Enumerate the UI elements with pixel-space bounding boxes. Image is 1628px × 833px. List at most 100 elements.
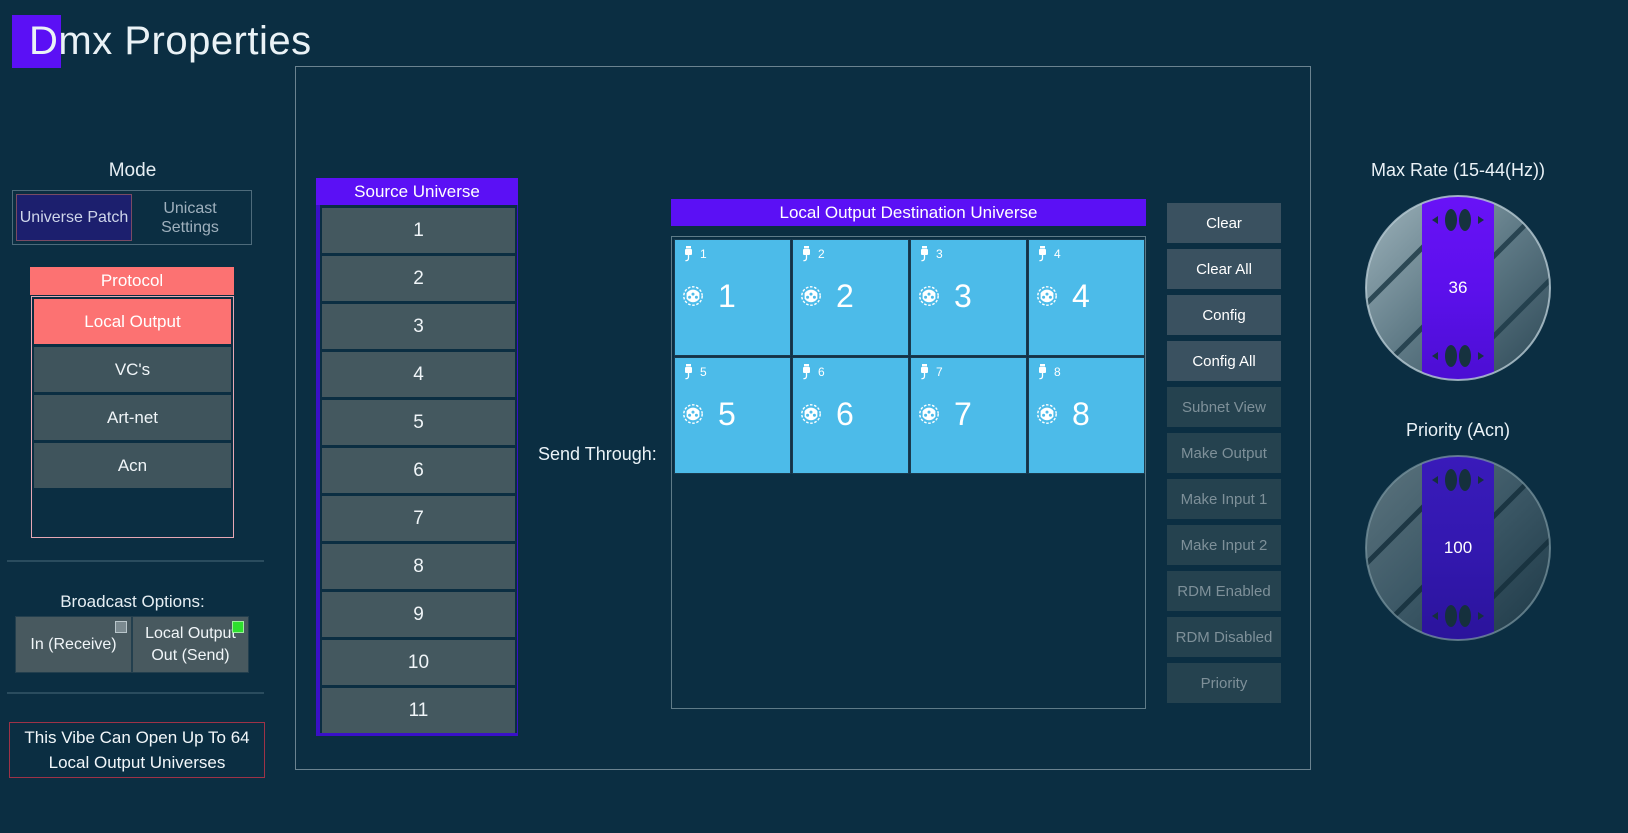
dmx-connector-icon: [801, 286, 821, 306]
tile-port-number: 1: [700, 247, 707, 261]
tile-port-row: 7: [918, 364, 943, 380]
tile-port-number: 7: [936, 365, 943, 379]
tile-universe-row: 2: [800, 280, 854, 312]
tile-port-number: 6: [818, 365, 825, 379]
max-rate-knob[interactable]: 36: [1360, 190, 1556, 386]
action-button-clear[interactable]: Clear: [1167, 203, 1281, 243]
dmx-connector-icon: [801, 404, 821, 424]
source-universe-item[interactable]: 8: [322, 544, 515, 589]
tile-universe-row: 3: [918, 280, 972, 312]
dmx-connector-icon: [1037, 286, 1057, 306]
source-universe-item[interactable]: 4: [322, 352, 515, 397]
source-universe-list[interactable]: 1 2 3 4 5 6 7 8 9 10 11: [316, 205, 518, 736]
protocol-item-local-output[interactable]: Local Output: [34, 299, 231, 344]
priority-knob[interactable]: 100: [1360, 450, 1556, 646]
tile-port-number: 8: [1054, 365, 1061, 379]
action-button-config-all[interactable]: Config All: [1167, 341, 1281, 381]
divider-upper: [7, 560, 264, 562]
tile-universe-number: 2: [836, 278, 854, 314]
source-universe-item[interactable]: 5: [322, 400, 515, 445]
tile-port-row: 6: [800, 364, 825, 380]
tile-port-number: 2: [818, 247, 825, 261]
send-through-label: Send Through:: [538, 444, 657, 464]
tile-port-number: 5: [700, 365, 707, 379]
dmx-connector-icon: [683, 286, 703, 306]
destination-tile[interactable]: 22: [792, 239, 909, 356]
plug-cable-icon: [685, 246, 692, 262]
tile-universe-row: 8: [1036, 398, 1090, 430]
max-rate-value: 36: [1448, 278, 1468, 297]
tile-port-row: 5: [682, 364, 707, 380]
dmx-connector-icon: [1037, 404, 1057, 424]
broadcast-options-label: Broadcast Options:: [60, 592, 205, 611]
source-universe-item[interactable]: 10: [322, 640, 515, 685]
tile-universe-number: 5: [718, 396, 736, 432]
plug-cable-icon: [921, 364, 928, 380]
source-universe-item[interactable]: 7: [322, 496, 515, 541]
tile-universe-row: 7: [918, 398, 972, 430]
action-button-config[interactable]: Config: [1167, 295, 1281, 335]
destination-universe-panel: 1122334455667788: [671, 236, 1146, 709]
tile-universe-row: 5: [682, 398, 736, 430]
tile-universe-number: 3: [954, 278, 972, 314]
destination-tile[interactable]: 44: [1028, 239, 1145, 356]
checkbox-indicator-off-icon[interactable]: [115, 621, 127, 633]
page-title: Dmx Properties: [12, 12, 312, 70]
destination-universe-header: Local Output Destination Universe: [671, 199, 1146, 226]
action-button-priority: Priority: [1167, 663, 1281, 703]
action-button-clear-all[interactable]: Clear All: [1167, 249, 1281, 289]
checkbox-indicator-on-icon[interactable]: [232, 621, 244, 633]
source-universe-item[interactable]: 1: [322, 208, 515, 253]
action-button-column: Clear Clear All Config Config All Subnet Vie…: [1167, 203, 1281, 709]
source-universe-item[interactable]: 3: [322, 304, 515, 349]
tile-port-row: 2: [800, 246, 825, 262]
protocol-item-acn[interactable]: Acn: [34, 443, 231, 488]
dmx-connector-icon: [683, 404, 703, 424]
broadcast-button-local-output-out-send[interactable]: Local Output Out (Send): [132, 616, 249, 673]
tile-port-row: 1: [682, 246, 707, 262]
destination-tile[interactable]: 66: [792, 357, 909, 474]
source-universe-item[interactable]: 2: [322, 256, 515, 301]
title-text: Dmx Properties: [29, 19, 312, 63]
destination-tile[interactable]: 88: [1028, 357, 1145, 474]
action-button-make-input-2: Make Input 2: [1167, 525, 1281, 565]
dmx-connector-icon: [919, 286, 939, 306]
tile-port-number: 3: [936, 247, 943, 261]
tile-port-row: 4: [1036, 246, 1061, 262]
max-rate-label: Max Rate (15-44(Hz)): [1370, 160, 1546, 180]
protocol-item-artnet[interactable]: Art-net: [34, 395, 231, 440]
protocol-item-vcs[interactable]: VC's: [34, 347, 231, 392]
protocol-header: Protocol: [30, 267, 234, 295]
mode-button-universe-patch[interactable]: Universe Patch: [16, 194, 132, 241]
tile-port-row: 8: [1036, 364, 1061, 380]
plug-cable-icon: [921, 246, 928, 262]
action-button-make-output: Make Output: [1167, 433, 1281, 473]
plug-cable-icon: [1039, 364, 1046, 380]
source-universe-item[interactable]: 11: [322, 688, 515, 733]
destination-tile-grid: 1122334455667788: [674, 239, 1145, 474]
source-universe-item[interactable]: 9: [322, 592, 515, 637]
tile-universe-number: 1: [718, 278, 736, 314]
plug-cable-icon: [1039, 246, 1046, 262]
broadcast-button-in-receive[interactable]: In (Receive): [15, 616, 132, 673]
mode-label: Mode: [108, 160, 157, 181]
source-universe-item[interactable]: 6: [322, 448, 515, 493]
vibe-capacity-note: This Vibe Can Open Up To 64 Local Output…: [9, 722, 265, 778]
destination-tile[interactable]: 55: [674, 357, 791, 474]
action-button-rdm-enabled: RDM Enabled: [1167, 571, 1281, 611]
mode-button-unicast-settings[interactable]: Unicast Settings: [132, 194, 248, 241]
tile-universe-number: 7: [954, 396, 972, 432]
plug-cable-icon: [685, 364, 692, 380]
destination-tile[interactable]: 77: [910, 357, 1027, 474]
mode-toggle-group: Universe Patch Unicast Settings: [12, 190, 252, 245]
destination-tile[interactable]: 33: [910, 239, 1027, 356]
app-window: Dmx Properties Mode Universe Patch Unica…: [0, 0, 1628, 833]
destination-tile[interactable]: 11: [674, 239, 791, 356]
tile-universe-row: 6: [800, 398, 854, 430]
broadcast-options-group: In (Receive) Local Output Out (Send): [15, 616, 249, 673]
tile-universe-row: 1: [682, 280, 736, 312]
priority-label: Priority (Acn): [1405, 420, 1510, 440]
tile-universe-number: 8: [1072, 396, 1090, 432]
priority-value: 100: [1443, 538, 1473, 557]
tile-universe-number: 4: [1072, 278, 1090, 314]
